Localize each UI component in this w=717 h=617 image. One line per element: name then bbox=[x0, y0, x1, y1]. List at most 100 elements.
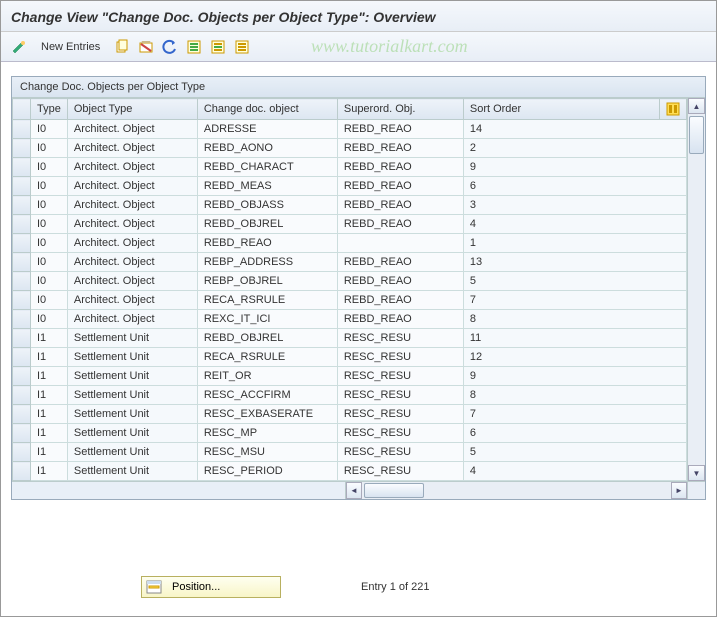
cell-type[interactable]: I0 bbox=[31, 158, 68, 177]
cell-sort-order[interactable]: 14 bbox=[463, 120, 686, 139]
cell-superord-obj[interactable]: REBD_REAO bbox=[337, 215, 463, 234]
cell-change-doc-object[interactable]: REBP_OBJREL bbox=[197, 272, 337, 291]
cell-change-doc-object[interactable]: REBD_MEAS bbox=[197, 177, 337, 196]
scroll-track[interactable] bbox=[688, 114, 705, 465]
cell-sort-order[interactable]: 13 bbox=[463, 253, 686, 272]
cell-change-doc-object[interactable]: REBD_OBJREL bbox=[197, 329, 337, 348]
cell-object-type[interactable]: Architect. Object bbox=[67, 291, 197, 310]
cell-object-type[interactable]: Architect. Object bbox=[67, 272, 197, 291]
cell-change-doc-object[interactable]: RESC_MP bbox=[197, 424, 337, 443]
row-selector[interactable] bbox=[13, 443, 31, 462]
cell-type[interactable]: I0 bbox=[31, 196, 68, 215]
cell-superord-obj[interactable]: REBD_REAO bbox=[337, 310, 463, 329]
cell-object-type[interactable]: Settlement Unit bbox=[67, 443, 197, 462]
cell-superord-obj[interactable]: RESC_RESU bbox=[337, 462, 463, 481]
cell-type[interactable]: I1 bbox=[31, 386, 68, 405]
select-block-icon[interactable] bbox=[208, 37, 228, 57]
row-selector[interactable] bbox=[13, 139, 31, 158]
cell-sort-order[interactable]: 8 bbox=[463, 310, 686, 329]
cell-sort-order[interactable]: 5 bbox=[463, 443, 686, 462]
cell-change-doc-object[interactable]: RESC_PERIOD bbox=[197, 462, 337, 481]
cell-sort-order[interactable]: 4 bbox=[463, 215, 686, 234]
hscroll-track[interactable] bbox=[362, 482, 671, 499]
col-header-sort-order[interactable]: Sort Order bbox=[463, 99, 659, 120]
cell-object-type[interactable]: Architect. Object bbox=[67, 139, 197, 158]
row-selector[interactable] bbox=[13, 177, 31, 196]
col-header-type[interactable]: Type bbox=[31, 99, 68, 120]
cell-superord-obj[interactable]: REBD_REAO bbox=[337, 120, 463, 139]
cell-sort-order[interactable]: 5 bbox=[463, 272, 686, 291]
cell-superord-obj[interactable]: REBD_REAO bbox=[337, 177, 463, 196]
cell-sort-order[interactable]: 2 bbox=[463, 139, 686, 158]
row-selector[interactable] bbox=[13, 462, 31, 481]
new-entries-button[interactable]: New Entries bbox=[33, 39, 108, 55]
cell-change-doc-object[interactable]: RECA_RSRULE bbox=[197, 291, 337, 310]
cell-change-doc-object[interactable]: REBP_ADDRESS bbox=[197, 253, 337, 272]
row-selector[interactable] bbox=[13, 348, 31, 367]
cell-object-type[interactable]: Architect. Object bbox=[67, 234, 197, 253]
cell-sort-order[interactable]: 4 bbox=[463, 462, 686, 481]
row-selector[interactable] bbox=[13, 405, 31, 424]
cell-object-type[interactable]: Architect. Object bbox=[67, 253, 197, 272]
row-selector[interactable] bbox=[13, 234, 31, 253]
cell-change-doc-object[interactable]: RECA_RSRULE bbox=[197, 348, 337, 367]
cell-sort-order[interactable]: 6 bbox=[463, 424, 686, 443]
position-button[interactable]: Position... bbox=[141, 576, 281, 598]
cell-type[interactable]: I1 bbox=[31, 462, 68, 481]
table-config-button[interactable] bbox=[660, 99, 687, 120]
horizontal-scrollbar[interactable]: ◄ ► bbox=[346, 482, 687, 499]
undo-change-icon[interactable] bbox=[160, 37, 180, 57]
cell-object-type[interactable]: Settlement Unit bbox=[67, 386, 197, 405]
cell-change-doc-object[interactable]: RESC_MSU bbox=[197, 443, 337, 462]
cell-object-type[interactable]: Settlement Unit bbox=[67, 348, 197, 367]
cell-change-doc-object[interactable]: RESC_EXBASERATE bbox=[197, 405, 337, 424]
row-selector[interactable] bbox=[13, 329, 31, 348]
row-selector[interactable] bbox=[13, 158, 31, 177]
toggle-display-change-icon[interactable] bbox=[9, 37, 29, 57]
scroll-down-button[interactable]: ▼ bbox=[688, 465, 705, 481]
cell-type[interactable]: I0 bbox=[31, 215, 68, 234]
cell-superord-obj[interactable]: RESC_RESU bbox=[337, 405, 463, 424]
cell-superord-obj[interactable]: RESC_RESU bbox=[337, 348, 463, 367]
cell-type[interactable]: I0 bbox=[31, 177, 68, 196]
cell-type[interactable]: I1 bbox=[31, 348, 68, 367]
row-selector[interactable] bbox=[13, 272, 31, 291]
row-selector[interactable] bbox=[13, 253, 31, 272]
scroll-up-button[interactable]: ▲ bbox=[688, 98, 705, 114]
cell-type[interactable]: I0 bbox=[31, 310, 68, 329]
cell-object-type[interactable]: Architect. Object bbox=[67, 120, 197, 139]
cell-change-doc-object[interactable]: REBD_OBJREL bbox=[197, 215, 337, 234]
cell-object-type[interactable]: Architect. Object bbox=[67, 215, 197, 234]
cell-superord-obj[interactable]: REBD_REAO bbox=[337, 158, 463, 177]
row-selector[interactable] bbox=[13, 386, 31, 405]
cell-change-doc-object[interactable]: REBD_OBJASS bbox=[197, 196, 337, 215]
cell-superord-obj[interactable]: REBD_REAO bbox=[337, 253, 463, 272]
cell-sort-order[interactable]: 3 bbox=[463, 196, 686, 215]
cell-type[interactable]: I0 bbox=[31, 139, 68, 158]
deselect-all-icon[interactable] bbox=[232, 37, 252, 57]
cell-superord-obj[interactable]: RESC_RESU bbox=[337, 329, 463, 348]
cell-sort-order[interactable]: 7 bbox=[463, 405, 686, 424]
vertical-scrollbar[interactable]: ▲ ▼ bbox=[687, 98, 705, 481]
cell-type[interactable]: I0 bbox=[31, 272, 68, 291]
delete-icon[interactable] bbox=[136, 37, 156, 57]
cell-sort-order[interactable]: 12 bbox=[463, 348, 686, 367]
hscroll-thumb[interactable] bbox=[364, 483, 424, 498]
cell-sort-order[interactable]: 11 bbox=[463, 329, 686, 348]
col-header-change-doc-object[interactable]: Change doc. object bbox=[197, 99, 337, 120]
copy-as-icon[interactable] bbox=[112, 37, 132, 57]
cell-sort-order[interactable]: 7 bbox=[463, 291, 686, 310]
cell-type[interactable]: I1 bbox=[31, 443, 68, 462]
cell-change-doc-object[interactable]: REXC_IT_ICI bbox=[197, 310, 337, 329]
cell-superord-obj[interactable]: REBD_REAO bbox=[337, 139, 463, 158]
cell-type[interactable]: I1 bbox=[31, 329, 68, 348]
cell-object-type[interactable]: Settlement Unit bbox=[67, 462, 197, 481]
row-selector[interactable] bbox=[13, 120, 31, 139]
row-selector-header[interactable] bbox=[13, 99, 31, 120]
cell-type[interactable]: I0 bbox=[31, 234, 68, 253]
cell-sort-order[interactable]: 8 bbox=[463, 386, 686, 405]
cell-superord-obj[interactable]: REBD_REAO bbox=[337, 291, 463, 310]
cell-sort-order[interactable]: 9 bbox=[463, 158, 686, 177]
cell-change-doc-object[interactable]: REBD_AONO bbox=[197, 139, 337, 158]
row-selector[interactable] bbox=[13, 367, 31, 386]
